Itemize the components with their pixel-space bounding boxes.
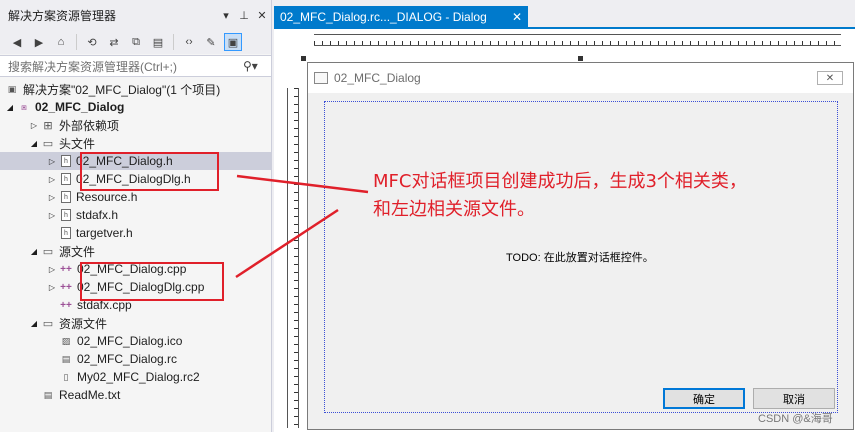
expanded-arrow-icon[interactable]: ◢: [28, 247, 40, 256]
search-input[interactable]: 搜索解决方案资源管理器(Ctrl+;) ⚲▾: [0, 55, 271, 77]
header-file-icon: h: [61, 155, 71, 167]
solution-explorer-titlebar: 解决方案资源管理器 ▾ ⊥ ✕: [0, 0, 271, 30]
tree-item-external-deps[interactable]: ▷ ⊞ 外部依赖项: [0, 116, 271, 134]
back-icon[interactable]: ◀: [8, 33, 26, 51]
tree-item-label: My02_MFC_Dialog.rc2: [77, 370, 200, 384]
icon-file-icon: ▨: [61, 335, 71, 346]
project-icon: ⧆: [21, 101, 27, 112]
tree-item-label: 解决方案"02_MFC_Dialog"(1 个项目): [23, 82, 221, 97]
home-icon[interactable]: ⌂: [52, 33, 70, 51]
expanded-arrow-icon[interactable]: ◢: [28, 319, 40, 328]
search-placeholder: 搜索解决方案资源管理器(Ctrl+;): [8, 59, 177, 74]
tree-item-label: 源文件: [59, 244, 96, 259]
close-icon[interactable]: ✕: [512, 10, 522, 24]
tree-item-project[interactable]: ◢ ⧆ 02_MFC_Dialog: [0, 98, 271, 116]
tree-item-source-folder[interactable]: ◢ ▭ 源文件: [0, 242, 271, 260]
vertical-ruler[interactable]: [287, 88, 299, 428]
annotation-line-2: 和左边相关源文件。: [373, 199, 535, 220]
resource-file-icon: ▤: [61, 353, 71, 364]
folder-icon: ▭: [42, 137, 54, 150]
tree-item-resource-folder[interactable]: ◢ ▭ 资源文件: [0, 314, 271, 332]
view-code-icon[interactable]: ‹›: [180, 33, 198, 51]
window-icon: [314, 72, 328, 84]
show-all-icon[interactable]: ▤: [149, 33, 167, 51]
watermark: CSDN @&海哥: [758, 413, 833, 425]
solution-explorer-title: 解决方案资源管理器: [8, 8, 117, 23]
close-icon[interactable]: ✕: [253, 9, 271, 22]
header-file-icon: h: [61, 227, 71, 239]
solution-tree: ▣ 解决方案"02_MFC_Dialog"(1 个项目) ◢ ⧆ 02_MFC_…: [0, 80, 271, 404]
tree-item-label: 02_MFC_Dialog: [35, 100, 125, 114]
cancel-button[interactable]: 取消: [753, 388, 835, 409]
tree-item-file[interactable]: h targetver.h: [0, 224, 271, 242]
tree-item-file[interactable]: ▷ h stdafx.h: [0, 206, 271, 224]
dialog-titlebar: 02_MFC_Dialog: [308, 63, 853, 93]
highlight-box-headers: [80, 152, 219, 191]
tree-item-label: Resource.h: [76, 190, 138, 204]
preview-icon[interactable]: ▣: [224, 33, 242, 51]
search-icon[interactable]: ⚲▾: [243, 59, 271, 73]
collapsed-arrow-icon[interactable]: ▷: [46, 175, 58, 184]
tree-item-solution[interactable]: ▣ 解决方案"02_MFC_Dialog"(1 个项目): [0, 80, 271, 98]
cpp-file-icon: ++: [60, 281, 72, 293]
text-file-icon: ▤: [43, 389, 53, 400]
tree-item-label: ReadMe.txt: [59, 388, 121, 402]
folder-icon: ▭: [42, 317, 54, 330]
references-icon: ⊞: [43, 119, 53, 132]
properties-icon[interactable]: ✎: [202, 33, 220, 51]
tab-dialog-editor[interactable]: 02_MFC_Dialog.rc..._DIALOG - Dialog ✕: [274, 6, 528, 27]
header-file-icon: h: [61, 173, 71, 185]
tree-item-label: 02_MFC_Dialog.rc: [77, 352, 178, 366]
collapsed-arrow-icon[interactable]: ▷: [46, 283, 58, 292]
sync-icon[interactable]: ⇄: [105, 33, 123, 51]
dropdown-icon[interactable]: ▾: [217, 9, 235, 22]
highlight-box-sources: [80, 262, 224, 301]
toolbar-separator: [76, 34, 77, 50]
tree-item-file[interactable]: ▯ My02_MFC_Dialog.rc2: [0, 368, 271, 386]
collapsed-arrow-icon[interactable]: ▷: [46, 211, 58, 220]
collapsed-arrow-icon[interactable]: ▷: [28, 121, 40, 130]
header-file-icon: h: [61, 209, 71, 221]
collapsed-arrow-icon[interactable]: ▷: [46, 193, 58, 202]
dialog-preview[interactable]: 02_MFC_Dialog ✕ TODO: 在此放置对话框控件。 确定 取消: [307, 62, 854, 430]
pin-icon[interactable]: ⊥: [235, 9, 253, 22]
cpp-file-icon: ++: [60, 299, 72, 311]
solution-icon: ▣: [7, 83, 17, 94]
history-icon[interactable]: ⟲: [83, 33, 101, 51]
cpp-file-icon: ++: [60, 263, 72, 275]
ok-button[interactable]: 确定: [663, 388, 745, 409]
expanded-arrow-icon[interactable]: ◢: [4, 103, 16, 112]
resize-handle[interactable]: [578, 56, 583, 61]
tree-item-label: stdafx.h: [76, 208, 119, 222]
file-icon: ▯: [63, 371, 69, 382]
tree-item-label: 头文件: [59, 136, 96, 151]
tree-item-label: 外部依赖项: [59, 118, 120, 133]
forward-icon[interactable]: ▶: [30, 33, 48, 51]
resize-handle[interactable]: [301, 56, 306, 61]
expanded-arrow-icon[interactable]: ◢: [28, 139, 40, 148]
tab-label: 02_MFC_Dialog.rc..._DIALOG - Dialog: [280, 9, 487, 24]
toolbar-separator: [173, 34, 174, 50]
tree-item-label: 资源文件: [59, 316, 108, 331]
dialog-title: 02_MFC_Dialog: [334, 71, 421, 85]
tree-item-header-folder[interactable]: ◢ ▭ 头文件: [0, 134, 271, 152]
tree-item-label: targetver.h: [76, 226, 133, 240]
solution-explorer-panel: 解决方案资源管理器 ▾ ⊥ ✕ ◀ ▶ ⌂ ⟲ ⇄ ⧉ ▤ ‹› ✎ ▣ 搜索解…: [0, 0, 272, 432]
collapsed-arrow-icon[interactable]: ▷: [46, 157, 58, 166]
tree-item-file[interactable]: ▤ 02_MFC_Dialog.rc: [0, 350, 271, 368]
folder-icon: ▭: [42, 245, 54, 258]
annotation-text: MFC对话框项目创建成功后，生成3个相关类， 和左边相关源文件。: [373, 168, 747, 224]
solution-explorer-toolbar: ◀ ▶ ⌂ ⟲ ⇄ ⧉ ▤ ‹› ✎ ▣: [0, 30, 271, 54]
tree-item-file[interactable]: ▤ ReadMe.txt: [0, 386, 271, 404]
collapse-icon[interactable]: ⧉: [127, 33, 145, 51]
dialog-close-icon[interactable]: ✕: [817, 71, 843, 85]
collapsed-arrow-icon[interactable]: ▷: [46, 265, 58, 274]
todo-static-text[interactable]: TODO: 在此放置对话框控件。: [506, 249, 654, 265]
header-file-icon: h: [61, 191, 71, 203]
horizontal-ruler[interactable]: [314, 34, 841, 46]
tree-item-label: 02_MFC_Dialog.ico: [77, 334, 183, 348]
tree-item-file[interactable]: ▨ 02_MFC_Dialog.ico: [0, 332, 271, 350]
annotation-line-1: MFC对话框项目创建成功后，生成3个相关类，: [373, 171, 747, 192]
